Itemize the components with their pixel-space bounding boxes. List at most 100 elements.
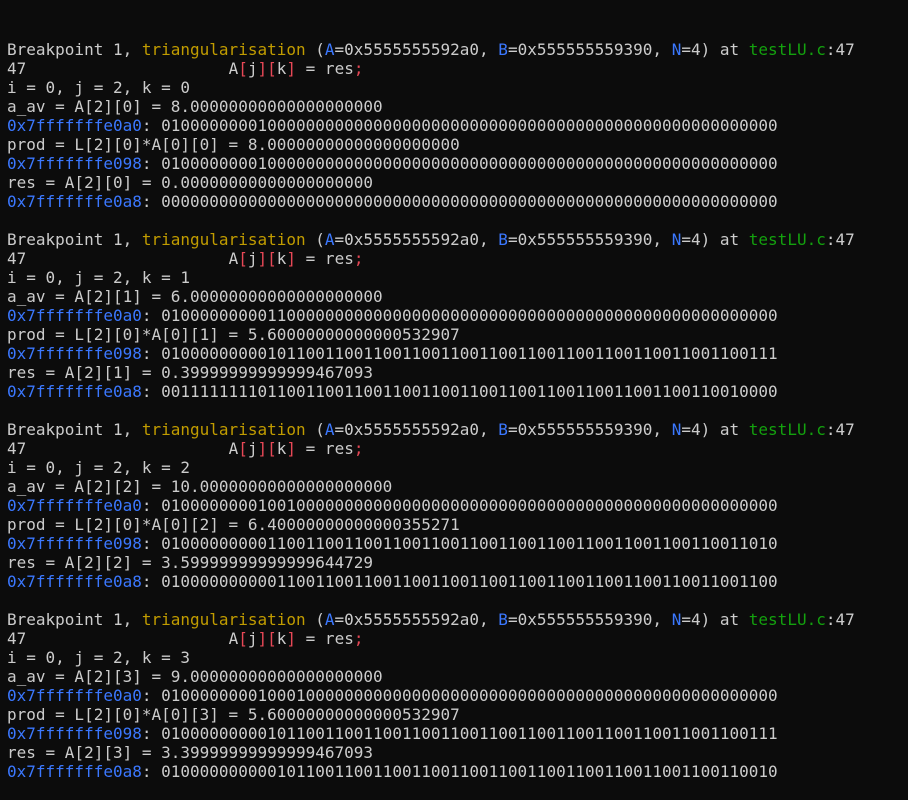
memory-bits: : 01000000001000000000000000000000000000…: [141, 116, 778, 135]
memory-address: 0x7fffffffe098: [7, 724, 142, 743]
breakpoint-line: Breakpoint 1, triangularisation (A=0x555…: [7, 420, 908, 439]
breakpoint-prefix: Breakpoint 1,: [7, 40, 142, 59]
source-line: 47 A[j][k] = res;: [7, 629, 908, 648]
source-line-ref: :47: [825, 40, 855, 59]
source-file: testLU.c: [748, 40, 826, 59]
source-bracket: ]: [286, 439, 297, 458]
a-av-line-text: a_av = A[2][0] = 8.00000000000000000000: [7, 97, 383, 116]
memory-bits-line: 0x7fffffffe0a0: 010000000001100000000000…: [7, 306, 908, 325]
arg-value-a: =0x5555555592a0,: [334, 40, 499, 59]
memory-address: 0x7fffffffe0a8: [7, 192, 142, 211]
source-file: testLU.c: [748, 610, 826, 629]
source-index-k: k: [276, 439, 287, 458]
breakpoint-prefix: Breakpoint 1,: [7, 230, 142, 249]
breakpoint-block: Breakpoint 1, triangularisation (A=0x555…: [7, 420, 908, 591]
arg-value-a: =0x5555555592a0,: [334, 230, 499, 249]
arg-value-a: =0x5555555592a0,: [334, 420, 499, 439]
a-av-line-text: a_av = A[2][3] = 9.00000000000000000000: [7, 667, 383, 686]
prod-line-text: prod = L[2][0]*A[0][0] = 8.0000000000000…: [7, 135, 460, 154]
arg-name-a: A: [324, 420, 335, 439]
source-line: 47 A[j][k] = res;: [7, 59, 908, 78]
paren-open: (: [305, 230, 325, 249]
memory-bits: : 01000000000110000000000000000000000000…: [141, 306, 778, 325]
a-av-line: a_av = A[2][2] = 10.00000000000000000000: [7, 477, 908, 496]
loop-indices-line-text: i = 0, j = 2, k = 0: [7, 78, 191, 97]
memory-address: 0x7fffffffe098: [7, 344, 142, 363]
source-bracket: ][: [257, 629, 277, 648]
memory-address: 0x7fffffffe0a0: [7, 496, 142, 515]
a-av-line: a_av = A[2][0] = 8.00000000000000000000: [7, 97, 908, 116]
breakpoint-block: Breakpoint 1, triangularisation (A=0x555…: [7, 610, 908, 781]
arg-name-b: B: [498, 230, 508, 249]
memory-address: 0x7fffffffe0a0: [7, 306, 142, 325]
source-assign: = res: [296, 439, 354, 458]
arg-name-b: B: [498, 40, 508, 59]
loop-indices-line-text: i = 0, j = 2, k = 2: [7, 458, 191, 477]
source-semicolon: ;: [353, 249, 364, 268]
memory-bits: : 01000000000101100110011001100110011001…: [141, 724, 778, 743]
memory-address: 0x7fffffffe098: [7, 154, 142, 173]
arg-name-a: A: [324, 230, 335, 249]
prod-line-text: prod = L[2][0]*A[0][2] = 6.4000000000000…: [7, 515, 460, 534]
terminal-window[interactable]: Breakpoint 1, triangularisation (A=0x555…: [0, 0, 908, 781]
memory-bits: : 01000000001000000000000000000000000000…: [141, 154, 778, 173]
source-semicolon: ;: [353, 59, 364, 78]
source-semicolon: ;: [353, 629, 364, 648]
source-line-number: 47: [7, 439, 27, 458]
memory-bits: : 01000000001000100000000000000000000000…: [141, 686, 778, 705]
paren-open: (: [305, 420, 325, 439]
a-av-line: a_av = A[2][1] = 6.00000000000000000000: [7, 287, 908, 306]
res-line: res = A[2][2] = 3.59999999999999644729: [7, 553, 908, 572]
memory-address: 0x7fffffffe098: [7, 534, 142, 553]
memory-bits: : 01000000000011001100110011001100110011…: [141, 572, 778, 591]
a-av-line-text: a_av = A[2][1] = 6.00000000000000000000: [7, 287, 383, 306]
res-line-text: res = A[2][1] = 0.39999999999999467093: [7, 363, 374, 382]
arg-name-b: B: [498, 420, 508, 439]
source-line: 47 A[j][k] = res;: [7, 249, 908, 268]
memory-bits-line: 0x7fffffffe0a0: 010000000010000000000000…: [7, 116, 908, 135]
source-bracket: ]: [286, 629, 297, 648]
arg-name-a: A: [324, 610, 335, 629]
source-bracket: [: [238, 59, 248, 78]
res-line-text: res = A[2][2] = 3.59999999999999644729: [7, 553, 374, 572]
a-av-line: a_av = A[2][3] = 9.00000000000000000000: [7, 667, 908, 686]
memory-bits-line: 0x7fffffffe0a8: 000000000000000000000000…: [7, 192, 908, 211]
function-name: triangularisation: [141, 420, 306, 439]
arg-name-n: N: [671, 230, 682, 249]
source-bracket: ][: [257, 59, 277, 78]
memory-bits-line: 0x7fffffffe0a8: 010000000000101100110011…: [7, 762, 908, 781]
source-semicolon: ;: [353, 439, 364, 458]
arg-value-n: =4) at: [681, 230, 749, 249]
memory-bits-line: 0x7fffffffe0a0: 010000000010010000000000…: [7, 496, 908, 515]
source-bracket: ][: [257, 249, 277, 268]
loop-indices-line-text: i = 0, j = 2, k = 3: [7, 648, 191, 667]
memory-bits-line: 0x7fffffffe0a8: 010000000000110011001100…: [7, 572, 908, 591]
prod-line-text: prod = L[2][0]*A[0][3] = 5.6000000000000…: [7, 705, 460, 724]
source-index-k: k: [276, 629, 287, 648]
arg-name-a: A: [324, 40, 335, 59]
source-line-number: 47: [7, 249, 27, 268]
memory-bits-line: 0x7fffffffe0a0: 010000000010001000000000…: [7, 686, 908, 705]
source-assign: = res: [296, 629, 354, 648]
arg-value-n: =4) at: [681, 40, 749, 59]
source-bracket: [: [238, 439, 248, 458]
source-line-ref: :47: [825, 230, 855, 249]
source-assign: = res: [296, 249, 354, 268]
loop-indices-line-text: i = 0, j = 2, k = 1: [7, 268, 191, 287]
memory-bits: : 00111111110110011001100110011001100110…: [141, 382, 778, 401]
arg-value-n: =4) at: [681, 610, 749, 629]
memory-bits-line: 0x7fffffffe0a8: 001111111101100110011001…: [7, 382, 908, 401]
source-line-ref: :47: [825, 610, 855, 629]
prod-line: prod = L[2][0]*A[0][2] = 6.4000000000000…: [7, 515, 908, 534]
source-file: testLU.c: [748, 230, 826, 249]
memory-bits-line: 0x7fffffffe098: 010000000001011001100110…: [7, 724, 908, 743]
source-assign: = res: [296, 59, 354, 78]
prod-line: prod = L[2][0]*A[0][1] = 5.6000000000000…: [7, 325, 908, 344]
arg-name-n: N: [671, 40, 682, 59]
source-bracket: ]: [286, 59, 297, 78]
loop-indices-line: i = 0, j = 2, k = 1: [7, 268, 908, 287]
loop-indices-line: i = 0, j = 2, k = 0: [7, 78, 908, 97]
arg-name-n: N: [671, 420, 682, 439]
source-index-k: k: [276, 249, 287, 268]
